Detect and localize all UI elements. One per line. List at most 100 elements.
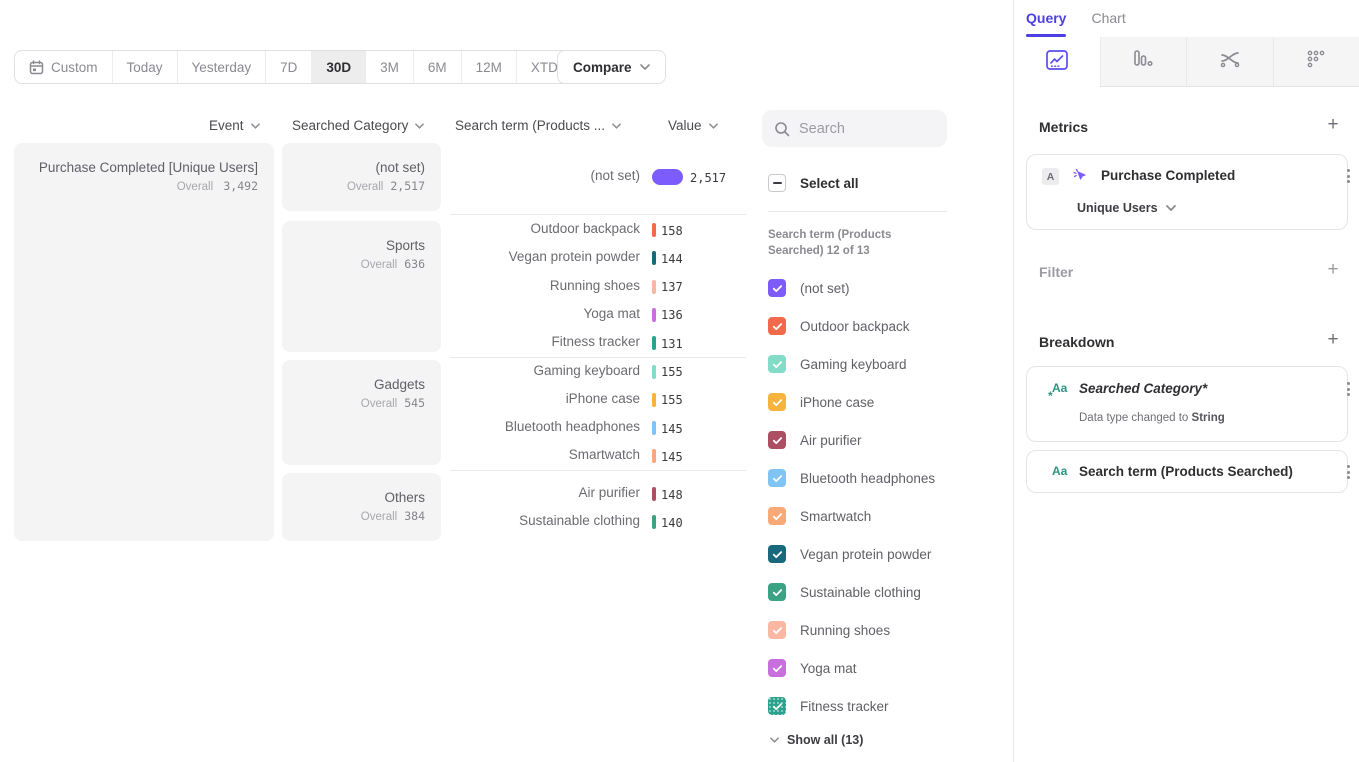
value-text: 131 <box>661 337 683 351</box>
string-property-icon: Aa <box>1052 464 1067 478</box>
tab-insights[interactable] <box>1014 37 1100 87</box>
legend-item-label: Fitness tracker <box>800 699 889 714</box>
value-text: 145 <box>661 422 683 436</box>
search-term-label: Gaming keyboard <box>450 363 640 378</box>
legend-item-outdoor-backpack[interactable]: Outdoor backpack <box>768 317 910 335</box>
indeterminate-checkbox-icon <box>768 174 786 192</box>
legend-item-vegan-protein-powder[interactable]: Vegan protein powder <box>768 545 931 563</box>
value-text: 148 <box>661 488 683 502</box>
legend-item-iphone-case[interactable]: iPhone case <box>768 393 874 411</box>
checked-checkbox-icon <box>768 393 786 411</box>
metrics-heading: Metrics <box>1039 119 1088 135</box>
checked-checkbox-icon <box>768 355 786 373</box>
category-cell[interactable]: OthersOverall384 <box>282 473 441 541</box>
checked-checkbox-icon <box>768 317 786 335</box>
legend-item-label: Air purifier <box>800 433 862 448</box>
metric-event-name: Purchase Completed <box>1101 168 1235 183</box>
metric-options-icon[interactable] <box>1341 169 1355 183</box>
value-bar[interactable] <box>652 280 656 294</box>
value-bar[interactable] <box>652 251 656 265</box>
metric-card[interactable]: A Purchase Completed Unique Users <box>1026 154 1348 230</box>
value-bar[interactable] <box>652 393 656 407</box>
group-separator <box>450 470 746 471</box>
tab-flows[interactable] <box>1186 37 1273 87</box>
value-bar[interactable] <box>652 515 656 529</box>
legend-item-gaming-keyboard[interactable]: Gaming keyboard <box>768 355 907 373</box>
checked-checkbox-icon <box>768 659 786 677</box>
search-term-label: iPhone case <box>450 391 640 406</box>
value-bar[interactable] <box>652 223 656 237</box>
line-chart-icon <box>1046 50 1068 75</box>
tab-funnels[interactable] <box>1100 37 1187 87</box>
legend-item-yoga-mat[interactable]: Yoga mat <box>768 659 857 677</box>
category-cell[interactable]: GadgetsOverall545 <box>282 360 441 465</box>
string-property-icon: Aa <box>1052 381 1067 395</box>
value-bar[interactable] <box>652 449 656 463</box>
checked-checkbox-icon <box>768 507 786 525</box>
legend-item-bluetooth-headphones[interactable]: Bluetooth headphones <box>768 469 935 487</box>
search-term-label: Fitness tracker <box>450 334 640 349</box>
legend-caption: Search term (Products Searched) 12 of 13 <box>768 227 928 259</box>
category-name: Others <box>282 490 425 505</box>
category-name: Gadgets <box>282 377 425 392</box>
tab-query[interactable]: Query <box>1026 0 1066 37</box>
bars-icon <box>1132 49 1154 74</box>
legend-item-label: Smartwatch <box>800 509 871 524</box>
add-filter-button[interactable]: + <box>1322 259 1344 281</box>
search-term-label: Yoga mat <box>450 306 640 321</box>
value-bar[interactable] <box>652 487 656 501</box>
legend-item-label: (not set) <box>800 281 850 296</box>
checked-checkbox-icon <box>768 469 786 487</box>
value-bar[interactable] <box>652 169 683 185</box>
measure-label: Unique Users <box>1077 201 1158 215</box>
search-icon <box>774 121 790 137</box>
search-term-label: Vegan protein powder <box>450 249 640 264</box>
legend-item-label: Running shoes <box>800 623 890 638</box>
breakdown-card[interactable]: AaSearch term (Products Searched) <box>1026 450 1348 493</box>
value-bar[interactable] <box>652 336 656 350</box>
legend-divider <box>768 211 947 212</box>
value-bar[interactable] <box>652 421 656 435</box>
tab-chart[interactable]: Chart <box>1091 0 1125 37</box>
checked-checkbox-icon <box>768 621 786 639</box>
category-cell[interactable]: SportsOverall636 <box>282 221 441 352</box>
legend-item--not-set-[interactable]: (not set) <box>768 279 850 297</box>
checked-checkbox-icon <box>768 431 786 449</box>
legend-panel: Search Select all Search term (Products … <box>756 0 1013 762</box>
legend-item-air-purifier[interactable]: Air purifier <box>768 431 862 449</box>
add-metric-button[interactable]: + <box>1322 114 1344 136</box>
legend-search-input[interactable]: Search <box>762 110 947 147</box>
checked-checkbox-icon <box>768 279 786 297</box>
group-separator <box>450 357 746 358</box>
legend-item-fitness-tracker[interactable]: Fitness tracker <box>768 697 889 715</box>
checked-checkbox-icon <box>768 583 786 601</box>
category-name: Sports <box>282 238 425 253</box>
breakdown-note: Data type changed to String <box>1079 412 1225 424</box>
metric-series-badge: A <box>1042 168 1059 185</box>
breakdown-card[interactable]: *AaSearched Category*Data type changed t… <box>1026 366 1348 442</box>
legend-item-sustainable-clothing[interactable]: Sustainable clothing <box>768 583 921 601</box>
value-text: 2,517 <box>690 171 726 185</box>
breakdown-options-icon[interactable] <box>1341 465 1355 479</box>
select-all-label: Select all <box>800 176 859 191</box>
legend-item-label: Gaming keyboard <box>800 357 907 372</box>
value-bar[interactable] <box>652 308 656 322</box>
measure-selector[interactable]: Unique Users <box>1077 201 1176 215</box>
group-separator <box>450 214 746 215</box>
legend-item-label: Outdoor backpack <box>800 319 910 334</box>
chevron-down-icon <box>770 737 779 743</box>
category-cell[interactable]: (not set)Overall2,517 <box>282 143 441 211</box>
legend-item-running-shoes[interactable]: Running shoes <box>768 621 890 639</box>
breakdown-options-icon[interactable] <box>1341 382 1355 396</box>
value-text: 155 <box>661 393 683 407</box>
search-term-label: Outdoor backpack <box>450 221 640 236</box>
show-all-button[interactable]: Show all (13) <box>770 733 863 747</box>
tab-retention[interactable] <box>1273 37 1359 87</box>
search-term-label: Sustainable clothing <box>450 513 640 528</box>
category-name: (not set) <box>282 160 425 175</box>
search-term-label: Smartwatch <box>450 447 640 462</box>
select-all-checkbox[interactable]: Select all <box>768 174 859 192</box>
add-breakdown-button[interactable]: + <box>1322 329 1344 351</box>
value-bar[interactable] <box>652 365 656 379</box>
legend-item-smartwatch[interactable]: Smartwatch <box>768 507 871 525</box>
